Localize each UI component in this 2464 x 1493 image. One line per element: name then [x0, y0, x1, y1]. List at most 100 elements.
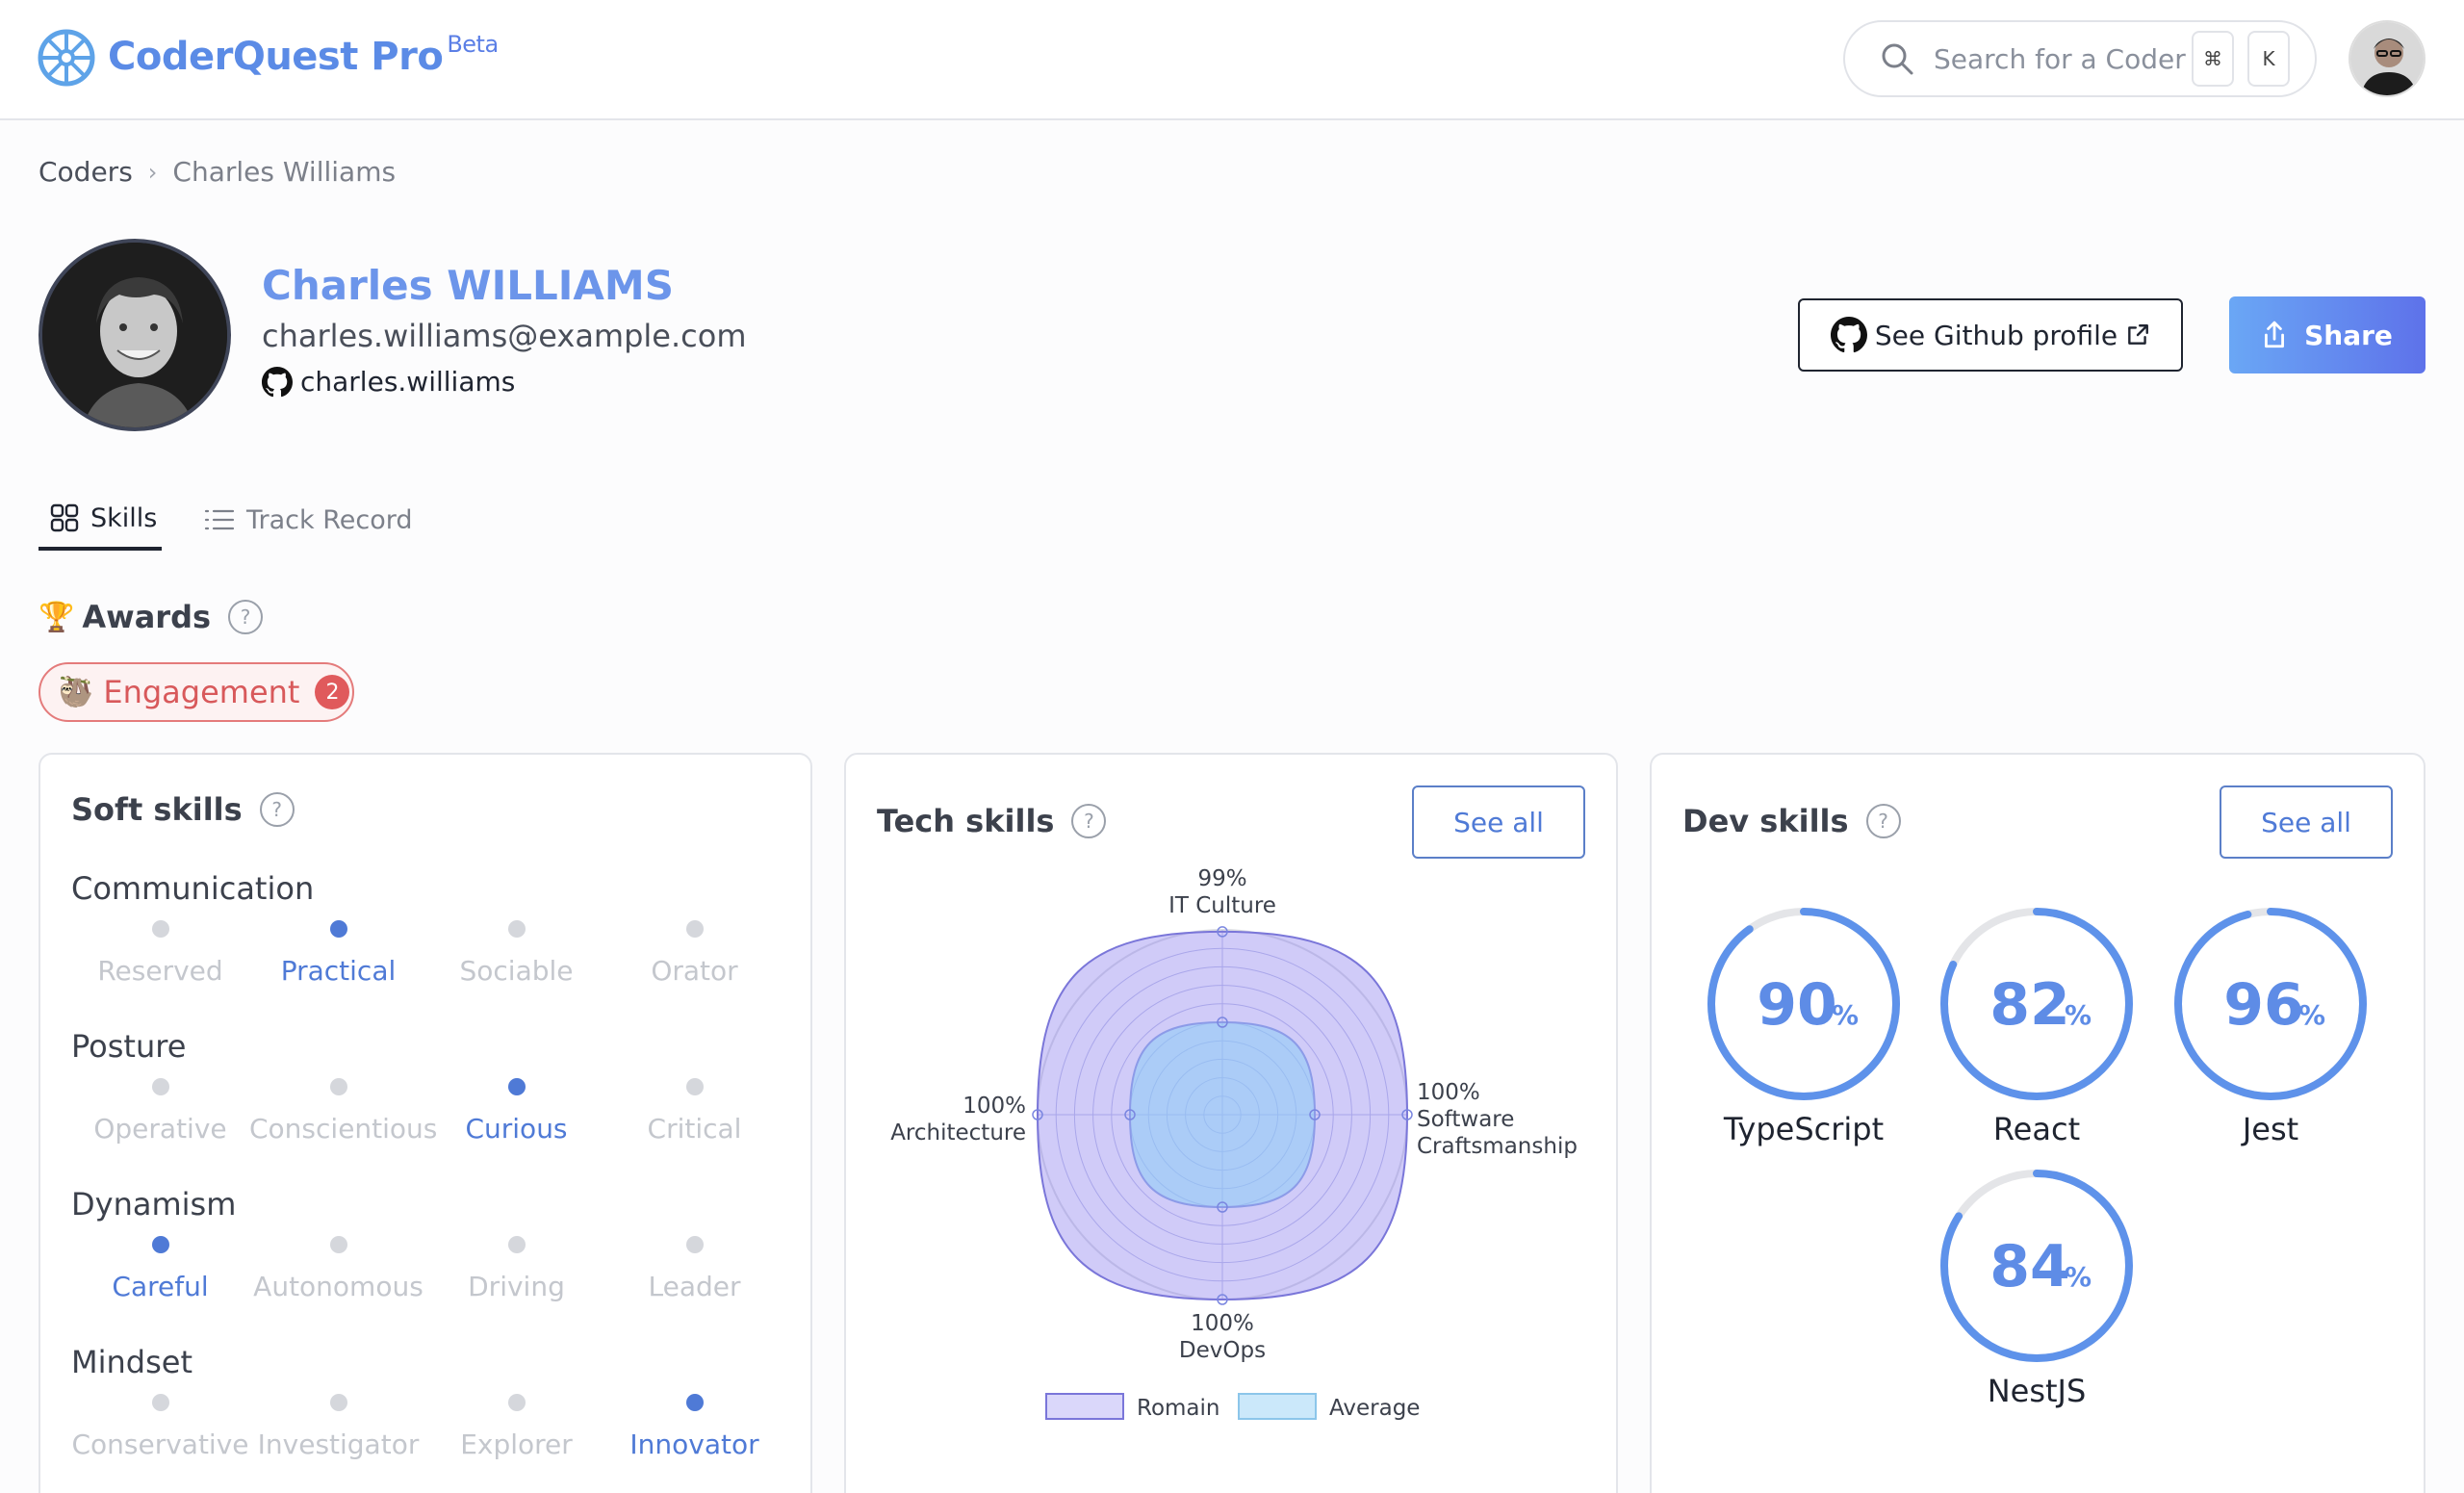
logo-wheel-icon: [38, 29, 95, 87]
soft-skill-options: Careful Autonomous Driving Leader: [71, 1228, 783, 1344]
soft-skill-option-orator[interactable]: Orator: [605, 913, 783, 987]
option-label: Curious: [465, 1113, 568, 1145]
radar-axis-label: Architecture: [890, 1120, 1026, 1145]
soft-skill-option-careful[interactable]: Careful: [71, 1228, 249, 1302]
profile-github-username: charles.williams: [262, 366, 515, 398]
gauge-ring: 82%: [1940, 908, 2133, 1100]
soft-skill-option-curious[interactable]: Curious: [427, 1070, 605, 1145]
option-dot: [507, 920, 526, 938]
dev-skill-gauge-react[interactable]: 82% React: [1938, 905, 2136, 1147]
option-dot: [151, 1236, 169, 1253]
award-badge-engagement[interactable]: 🦥 Engagement 2: [38, 662, 354, 722]
legend-label-romain: Romain: [1137, 1396, 1220, 1421]
option-dot: [329, 1078, 347, 1095]
dev-skills-heading: Dev skills ?: [1682, 803, 1901, 839]
dev-skill-gauge-typescript[interactable]: 90% TypeScript: [1705, 905, 1903, 1147]
soft-skill-group-title: Dynamism: [71, 1186, 237, 1223]
profile-name: Charles WILLIAMS: [262, 262, 674, 309]
soft-skill-option-conscientious[interactable]: Conscientious: [249, 1070, 438, 1145]
awards-heading: 🏆 Awards ?: [38, 599, 264, 635]
breadcrumb-current: Charles Williams: [172, 156, 397, 188]
option-label: Investigator: [257, 1429, 420, 1460]
legend-swatch-average: [1238, 1393, 1317, 1420]
soft-skill-option-driving[interactable]: Driving: [427, 1228, 605, 1302]
search-icon: [1882, 43, 1913, 75]
tab-skills[interactable]: Skills: [38, 489, 162, 551]
shortcut-key-cmd: ⌘: [2192, 31, 2234, 87]
help-icon[interactable]: ?: [1865, 804, 1901, 838]
gauge-label: React: [1992, 1111, 2081, 1147]
option-label: Reserved: [97, 955, 223, 987]
option-dot: [507, 1078, 526, 1095]
soft-skill-option-reserved[interactable]: Reserved: [71, 913, 249, 987]
see-github-profile-button[interactable]: See Github profile: [1798, 298, 2183, 372]
soft-skill-option-practical[interactable]: Practical: [249, 913, 427, 987]
github-icon: [262, 366, 293, 397]
gauge-unit: %: [2065, 999, 2092, 1031]
tab-skills-label: Skills: [90, 502, 158, 533]
option-dot: [685, 1394, 704, 1411]
legend-swatch-romain: [1045, 1393, 1124, 1420]
option-label: Innovator: [629, 1429, 759, 1460]
soft-skill-option-sociable[interactable]: Sociable: [427, 913, 605, 987]
soft-skill-group-mindset: Mindset Conservative Investigator Explorer I…: [71, 1344, 783, 1493]
soft-skill-option-critical[interactable]: Critical: [605, 1070, 783, 1145]
help-icon[interactable]: ?: [259, 792, 295, 827]
option-label: Conscientious: [249, 1113, 438, 1145]
dev-skills-card: Dev skills ? See all 90% TypeScript 82% Rea…: [1650, 753, 2426, 1493]
search-box[interactable]: Search for a Coder ⌘ K: [1843, 20, 2317, 97]
soft-skill-option-leader[interactable]: Leader: [605, 1228, 783, 1302]
soft-skill-group-dynamism: Dynamism Careful Autonomous Driving Leader: [71, 1186, 783, 1344]
soft-skill-option-investigator[interactable]: Investigator: [249, 1386, 427, 1460]
dev-skills-title: Dev skills: [1682, 803, 1849, 839]
grid-icon: [50, 503, 79, 532]
tech-skills-radar-chart: 99%IT Culture100%SoftwareCraftsmanship10…: [890, 866, 1578, 1421]
beta-badge: Beta: [447, 31, 499, 58]
user-avatar[interactable]: [2348, 20, 2426, 97]
share-button[interactable]: Share: [2229, 296, 2426, 373]
soft-skills-title: Soft skills: [71, 791, 243, 828]
soft-skill-option-innovator[interactable]: Innovator: [605, 1386, 783, 1460]
option-dot: [685, 1078, 704, 1095]
option-label: Sociable: [459, 955, 574, 987]
radar-axis-label: Craftsmanship: [1417, 1134, 1578, 1159]
profile-avatar: [38, 239, 231, 431]
soft-skill-group-title: Posture: [71, 1028, 187, 1065]
option-dot: [151, 1078, 169, 1095]
soft-skill-option-explorer[interactable]: Explorer: [427, 1386, 605, 1460]
gauge-value: 82: [1989, 971, 2070, 1039]
logo-text: CoderQuest Pro Beta: [108, 31, 499, 79]
gauge-value: 90: [1757, 971, 1837, 1039]
search-input[interactable]: Search for a Coder: [1934, 43, 2192, 75]
legend-label-average: Average: [1329, 1396, 1420, 1421]
option-dot: [507, 1236, 526, 1253]
profile-email: charles.williams@example.com: [262, 318, 747, 354]
app-header: CoderQuest Pro Beta Search for a Coder ⌘ …: [0, 0, 2464, 120]
radar-axis-label: Software: [1417, 1107, 1514, 1132]
radar-axis-value: 99%: [1197, 866, 1246, 891]
dev-skill-gauge-jest[interactable]: 96% Jest: [2171, 905, 2370, 1147]
soft-skill-option-conservative[interactable]: Conservative: [71, 1386, 249, 1460]
gauge-value: 84: [1989, 1233, 2070, 1300]
radar-axis-label: DevOps: [1179, 1338, 1266, 1363]
soft-skill-option-operative[interactable]: Operative: [71, 1070, 249, 1145]
option-label: Conservative: [71, 1429, 249, 1460]
tab-track-record-label: Track Record: [246, 504, 413, 535]
option-label: Leader: [648, 1271, 741, 1302]
gauge-label: Jest: [2242, 1111, 2299, 1147]
soft-skill-group-communication: Communication Reserved Practical Sociable Or…: [71, 870, 783, 1028]
option-dot: [507, 1394, 526, 1411]
gauge-unit: %: [2298, 999, 2325, 1031]
gauge-value: 96: [2223, 971, 2304, 1039]
breadcrumb-coders-link[interactable]: Coders: [38, 156, 133, 188]
radar-axis-value: 100%: [962, 1094, 1026, 1119]
dev-skill-gauge-nestjs[interactable]: 84% NestJS: [1938, 1167, 2136, 1409]
help-icon[interactable]: ?: [228, 600, 264, 634]
soft-skills-card: Soft skills ? Communication Reserved Pract…: [38, 753, 812, 1493]
dev-skills-see-all-button[interactable]: See all: [2220, 785, 2393, 859]
soft-skill-option-autonomous[interactable]: Autonomous: [249, 1228, 427, 1302]
tab-track-record[interactable]: Track Record: [204, 489, 413, 551]
github-username-text[interactable]: charles.williams: [300, 366, 515, 398]
app-logo[interactable]: CoderQuest Pro Beta: [37, 25, 499, 89]
gauge-unit: %: [1832, 999, 1859, 1031]
